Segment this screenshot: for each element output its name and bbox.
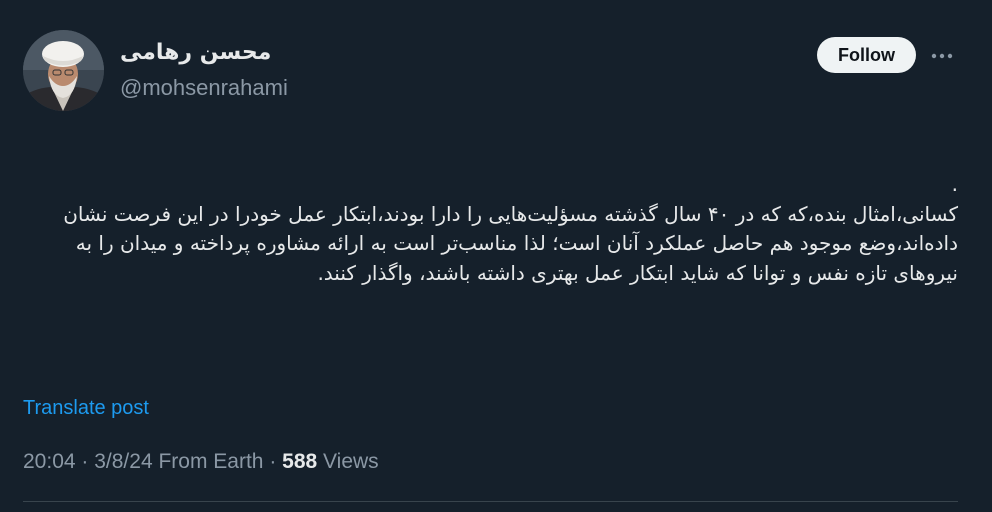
tweet-meta: 20:04 · 3/8/24 From Earth · 588 Views [23, 450, 379, 474]
more-horizontal-icon[interactable] [928, 42, 956, 70]
tweet-text: . کسانی،امثال بنده،که که در ۴۰ سال گذشته… [60, 170, 958, 288]
tweet-leading: . [951, 172, 958, 196]
tweet-date[interactable]: 3/8/24 [94, 450, 152, 473]
translate-post-link[interactable]: Translate post [23, 397, 149, 420]
tweet-source: From Earth [152, 450, 264, 473]
author-handle[interactable]: @mohsenrahami [120, 75, 288, 101]
tweet-time[interactable]: 20:04 [23, 450, 76, 473]
divider [23, 501, 958, 502]
views-count: 588 [282, 450, 318, 473]
avatar[interactable] [23, 30, 104, 111]
follow-button[interactable]: Follow [817, 37, 916, 73]
author-name[interactable]: محسن رهامی [120, 40, 271, 65]
tweet-body: کسانی،امثال بنده،که که در ۴۰ سال گذشته م… [63, 201, 958, 285]
views-label: Views [317, 450, 379, 473]
meta-separator: · [75, 450, 95, 473]
meta-separator: · [263, 450, 283, 473]
